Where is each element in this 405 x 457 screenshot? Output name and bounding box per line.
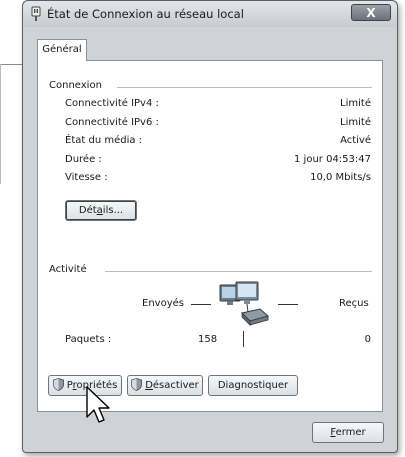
close-dialog-button[interactable]: Fermer [312,422,384,443]
window-title: État de Connexion au réseau local [47,7,244,21]
media-state-value: Activé [340,135,371,146]
network-adapter-icon [31,6,41,21]
close-button[interactable]: X [351,4,391,21]
arrow-cursor-icon [86,386,110,423]
connexion-group-line [117,87,372,88]
packets-divider [243,331,244,347]
speed-label: Vitesse : [65,172,108,183]
packets-received-value: 0 [364,334,371,345]
activite-group-header: Activité [49,264,87,275]
ipv6-connectivity-label: Connectivité IPv6 : [65,117,159,128]
details-button[interactable]: Détails... [65,200,137,221]
ipv6-connectivity-value: Limité [340,117,371,128]
ipv4-connectivity-label: Connectivité IPv4 : [65,98,159,109]
title-bar[interactable]: État de Connexion au réseau local X [23,1,397,27]
received-label: Reçus [339,298,369,309]
connexion-group-header: Connexion [49,80,102,91]
duration-label: Durée : [65,154,102,165]
disable-button[interactable]: Désactiver [127,375,203,396]
duration-value: 1 jour 04:53:47 [294,154,371,165]
general-panel: Connexion Connectivité IPv4 : Limité Con… [37,60,383,412]
background-window-border [0,64,1,184]
received-dash [278,304,298,305]
sent-dash [191,304,211,305]
network-computers-icon [219,281,270,326]
speed-value: 10,0 Mbits/s [310,172,371,183]
packets-label: Paquets : [65,334,112,345]
ipv4-connectivity-value: Limité [340,98,371,109]
connection-status-dialog: État de Connexion au réseau local X Géné… [22,0,398,453]
tab-general[interactable]: Général [37,39,87,61]
shield-icon [52,378,64,391]
diagnose-button[interactable]: Diagnostiquer [208,375,298,396]
shield-icon [131,378,143,391]
sent-label: Envoyés [142,298,184,309]
activite-group-line [105,271,372,272]
packets-sent-value: 158 [198,334,218,345]
media-state-label: État du média : [65,135,143,146]
